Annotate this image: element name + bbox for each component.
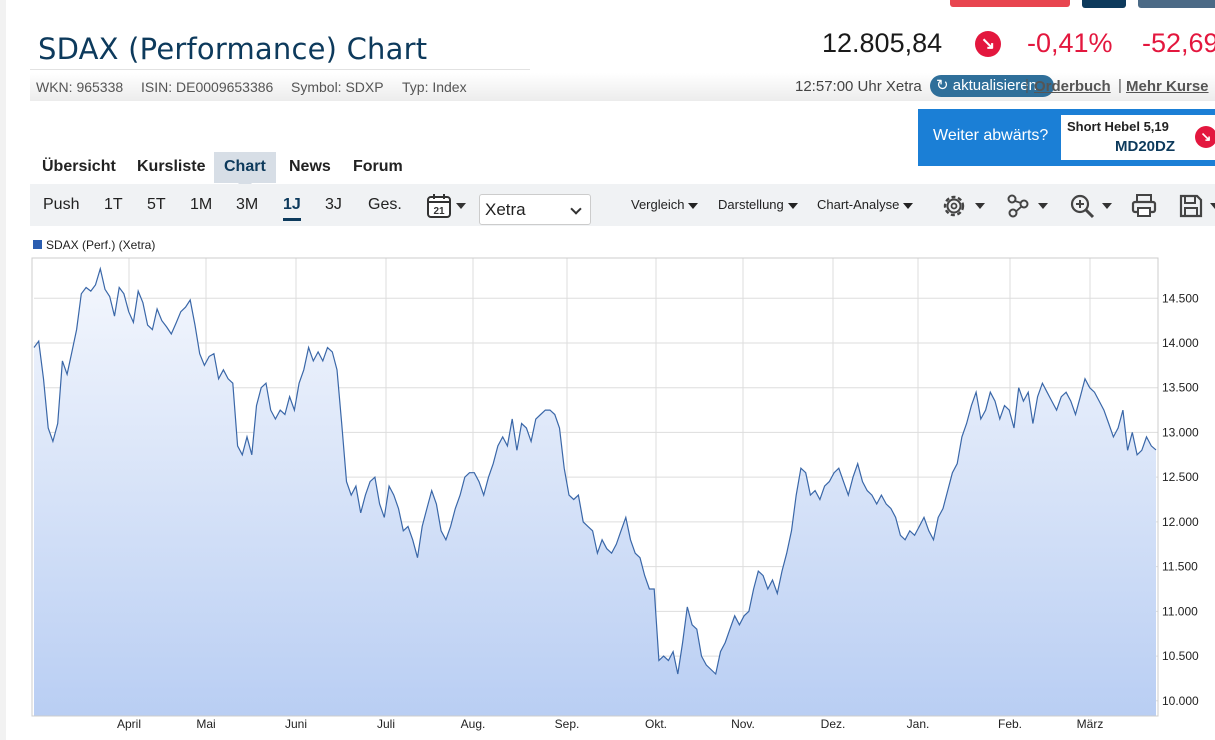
y-axis-ticks: 10.000 10.500 11.000 11.500 12.000 12.500 13.0… [1162,291,1199,708]
tab-forum[interactable]: Forum [343,152,413,183]
caret-down-icon [688,202,699,209]
chart-analysis-menu[interactable]: Chart-Analyse [817,197,914,212]
caret-down-icon [787,202,798,209]
zoom-caret-icon[interactable] [1102,203,1112,209]
promo-code: MD20DZ [1115,138,1176,155]
price-chart[interactable]: 10.000 10.500 11.000 11.500 12.000 12.500 13.0… [0,250,1215,740]
wkn-label: WKN: 965338 [36,79,124,95]
calendar-icon[interactable]: 21 [426,193,452,219]
quote-time: 12:57:00 Uhr Xetra [795,78,922,95]
x-tick-label: Juli [377,717,395,731]
indicators-icon[interactable] [1004,192,1032,220]
settings-caret-icon[interactable] [975,203,985,209]
y-tick-label: 13.000 [1162,425,1199,439]
separator: | [1118,77,1122,94]
refresh-icon: ↻ [936,77,949,94]
y-tick-label: 12.000 [1162,515,1199,529]
tab-chart[interactable]: Chart [214,152,276,190]
range-3-years[interactable]: 3J [325,196,342,214]
tab-news[interactable]: News [279,152,341,183]
exchange-value: Xetra [485,200,526,219]
display-menu[interactable]: Darstellung [718,197,798,212]
x-tick-label: Okt. [645,717,667,731]
top-slate-button[interactable] [1138,0,1215,8]
top-navy-button[interactable] [1082,0,1126,8]
calendar-day: 21 [433,206,445,217]
chevron-down-icon [570,203,582,215]
range-5-days[interactable]: 5T [147,196,166,214]
save-caret-icon[interactable] [1210,203,1215,209]
page-title: SDAX (Performance) Chart [38,32,428,66]
legend-swatch [33,240,42,249]
quote-price: 12.805,84 [822,28,943,58]
range-total[interactable]: Ges. [368,196,402,214]
orderbook-link[interactable]: Orderbuch [1034,78,1111,95]
x-tick-label: Jan. [907,717,930,731]
x-tick-label: Sep. [555,717,580,731]
range-1-day[interactable]: 1T [104,196,123,214]
promo-text: Weiter abwärts? [933,127,1049,144]
x-tick-label: März [1077,717,1104,731]
range-1-year[interactable]: 1J [283,196,301,221]
x-tick-label: Feb. [998,717,1022,731]
zoom-in-icon[interactable] [1068,192,1096,220]
more-quotes-link[interactable]: Mehr Kurse [1126,78,1209,95]
promo-product-card[interactable]: Short Hebel 5,19 MD20DZ ↘ [1061,115,1215,160]
y-tick-label: 11.500 [1162,560,1198,574]
y-tick-label: 10.000 [1162,694,1199,708]
calendar-caret-icon[interactable] [456,203,466,209]
series-area-sdax [34,268,1156,716]
compare-menu[interactable]: Vergleich [631,197,699,212]
x-axis-ticks: April Mai Juni Juli Aug. Sep. Okt. Nov. Dez. Jan.… [117,717,1103,731]
indicators-caret-icon[interactable] [1038,203,1048,209]
range-1-month[interactable]: 1M [190,196,212,214]
top-red-button[interactable] [950,0,1070,7]
chart-analysis-label: Chart-Analyse [817,197,900,212]
promo-banner[interactable]: Weiter abwärts? Short Hebel 5,19 MD20DZ … [918,109,1215,166]
x-tick-label: Mai [196,717,215,731]
y-tick-label: 14.500 [1162,291,1199,305]
chart-toolbar: Push 1T 5T 1M 3M 1J 3J Ges. 21 Xetra Ver… [30,184,1215,226]
symbol-label: Symbol: SDXP [291,79,384,95]
y-tick-label: 13.500 [1162,381,1199,395]
arrow-down-right-icon: ↘ [975,31,1001,57]
arrow-down-right-icon: ↘ [1195,126,1215,148]
quote-change-percent: -0,41% [1027,28,1113,58]
tab-overview[interactable]: Übersicht [32,152,126,183]
exchange-select[interactable]: Xetra [479,194,591,225]
x-tick-label: Aug. [461,717,486,731]
separator: | [1025,77,1029,94]
title-divider [30,69,530,70]
promo-product: Short Hebel 5,19 [1067,119,1169,134]
y-tick-label: 14.000 [1162,336,1199,350]
compare-label: Vergleich [631,197,685,212]
y-tick-label: 12.500 [1162,470,1199,484]
tab-price-list[interactable]: Kursliste [127,152,215,183]
instrument-meta-bar: WKN: 965338 ISIN: DE0009653386 Symbol: S… [30,73,1215,101]
y-tick-label: 10.500 [1162,649,1199,663]
type-label: Typ: Index [402,79,467,95]
save-icon[interactable] [1177,192,1205,220]
display-label: Darstellung [718,197,784,212]
quote-change-absolute: -52,69 [1142,28,1215,58]
x-tick-label: Nov. [731,717,755,731]
print-icon[interactable] [1130,192,1158,220]
settings-icon[interactable] [940,192,968,220]
caret-down-icon [903,202,914,209]
x-tick-label: April [117,717,141,731]
isin-label: ISIN: DE0009653386 [141,79,274,95]
y-tick-label: 11.000 [1162,604,1198,618]
x-tick-label: Dez. [821,717,846,731]
page: SDAX (Performance) Chart 12.805,84 ↘ -0,… [0,0,1215,740]
range-3-months[interactable]: 3M [236,196,258,214]
x-tick-label: Juni [285,717,307,731]
range-push[interactable]: Push [43,196,79,214]
